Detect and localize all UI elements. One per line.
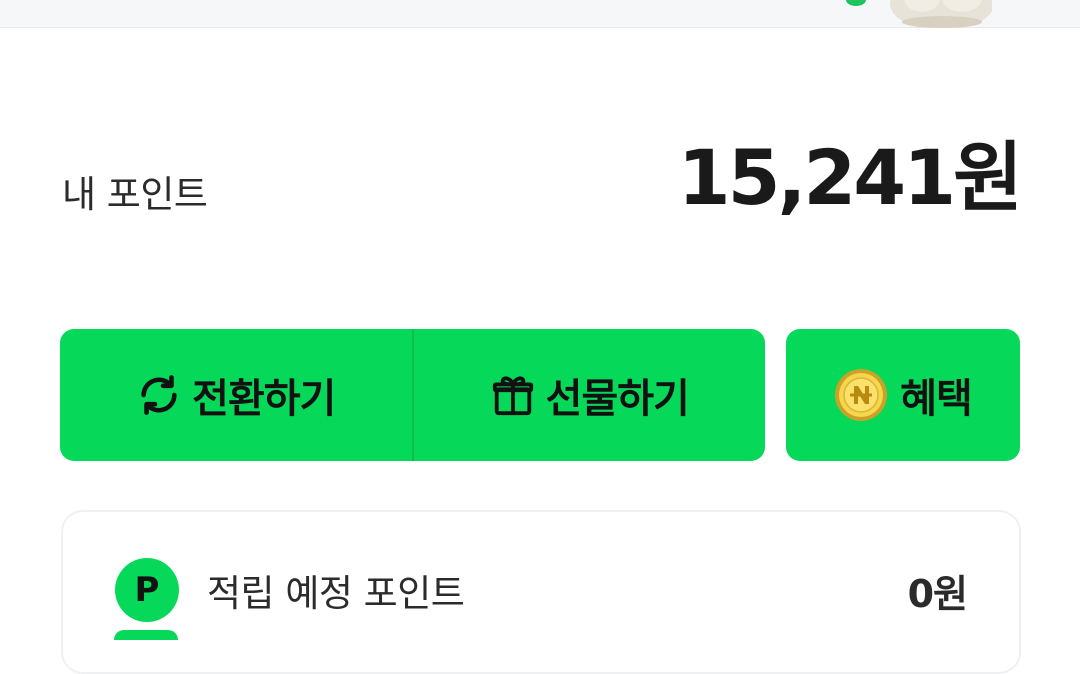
gift-button-label: 선물하기 (545, 376, 690, 422)
pending-points-value: 0원 (907, 571, 968, 616)
gift-button[interactable]: 선물하기 (414, 329, 766, 461)
pending-points-row[interactable]: P 적립 예정 포인트 0원 (115, 558, 968, 622)
gift-icon (492, 376, 533, 416)
n-coin-icon (835, 369, 888, 421)
points-detail-card: P 적립 예정 포인트 0원 (61, 510, 1021, 674)
convert-button-label: 전환하기 (192, 376, 336, 422)
convert-button[interactable]: 전환하기 (60, 329, 412, 461)
benefit-button[interactable]: 혜택 (786, 329, 1020, 461)
points-balance: 15,241원 (677, 133, 1023, 222)
pending-points-label: 적립 예정 포인트 (207, 572, 465, 615)
top-banner (0, 0, 1080, 28)
next-row-badge-icon (114, 630, 178, 640)
point-action-group: 전환하기 선물하기 (60, 329, 765, 461)
rabbit-mascot-icon (846, 0, 992, 28)
refresh-icon (141, 375, 177, 415)
point-badge-icon: P (115, 558, 179, 622)
benefit-button-label: 혜택 (900, 376, 973, 422)
my-points-label: 내 포인트 (62, 173, 208, 216)
